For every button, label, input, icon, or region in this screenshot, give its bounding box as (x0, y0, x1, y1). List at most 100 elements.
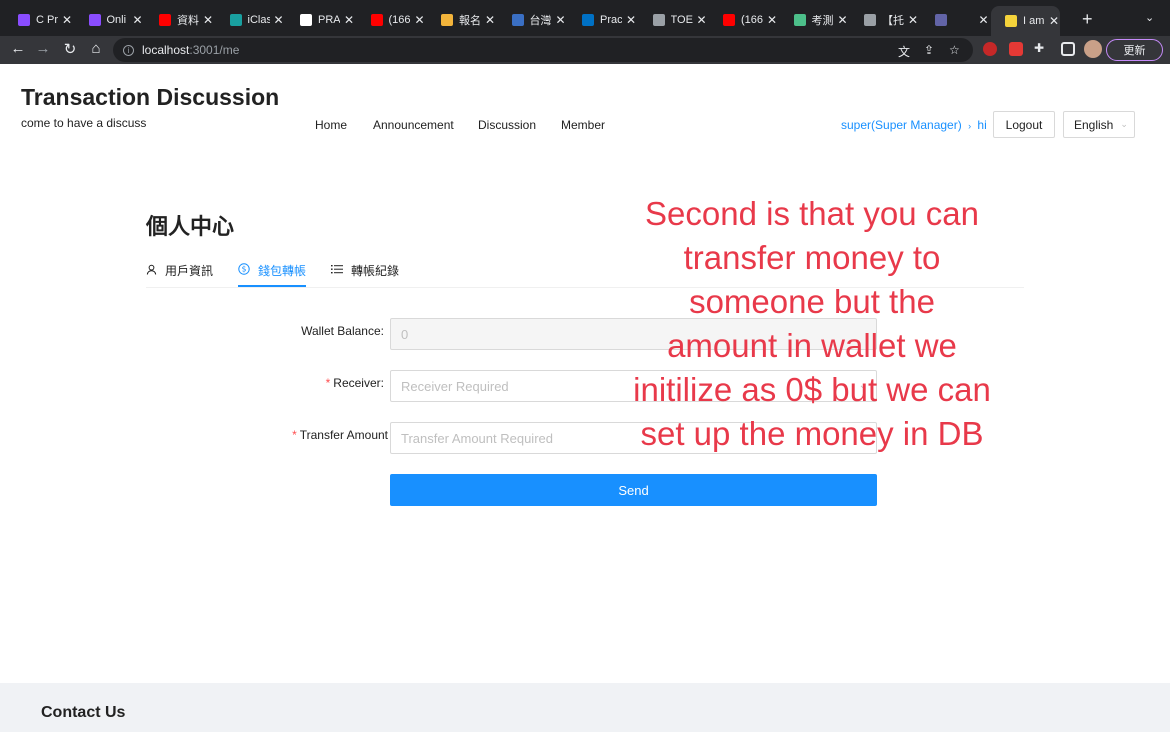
close-tab-icon[interactable]: ✕ (626, 13, 636, 27)
url-path: :3001/me (189, 43, 240, 57)
browser-tab[interactable]: PRA ✕ (286, 6, 355, 34)
browser-tab[interactable]: I am ✕ (991, 6, 1060, 36)
hand-extension-icon[interactable] (1009, 42, 1023, 56)
close-tab-icon[interactable]: ✕ (203, 13, 213, 27)
share-icon[interactable]: ⇪ (924, 43, 934, 57)
browser-tab[interactable]: 資料 ✕ (145, 6, 214, 34)
close-tab-icon[interactable]: ✕ (62, 13, 72, 27)
side-panel-icon[interactable] (1061, 42, 1075, 56)
browser-tab-title: 【托 (882, 15, 904, 27)
browser-tab[interactable]: ✕ (921, 6, 990, 34)
browser-tab-title: 資料 (177, 15, 199, 27)
chevron-down-icon: ⌄ (1120, 119, 1128, 129)
close-tab-icon[interactable]: ✕ (838, 13, 848, 27)
receiver-label: * Receiver: (325, 376, 384, 390)
globe-icon (652, 14, 665, 26)
browser-tab[interactable]: Onli ✕ (75, 6, 144, 34)
teams-icon (934, 14, 947, 26)
bookmark-star-icon[interactable]: ☆ (949, 43, 960, 57)
proton-icon (18, 14, 30, 26)
close-tab-icon[interactable]: ✕ (908, 13, 918, 27)
close-tab-icon[interactable]: ✕ (485, 13, 495, 27)
nav-announcement[interactable]: Announcement (373, 118, 454, 132)
close-tab-icon[interactable]: ✕ (274, 13, 284, 27)
close-tab-icon[interactable]: ✕ (556, 13, 566, 27)
browser-tab[interactable]: 台灣 ✕ (498, 6, 567, 34)
browser-tab[interactable]: (166 ✕ (357, 6, 426, 34)
reload-icon[interactable]: ↻ (60, 40, 80, 58)
browser-tab-strip: C Pr ✕ Onli ✕ 資料 ✕ iClas ✕ PRA ✕ (166 ✕ 報名 ✕ 台灣 ✕ Prac ✕ T… (0, 0, 1170, 36)
wallet-balance-value: 0 (401, 326, 409, 342)
browser-tab[interactable]: Prac ✕ (568, 6, 637, 34)
page-title: 個人中心 (146, 214, 235, 239)
browser-tab-title: Prac (600, 14, 622, 26)
close-tab-icon[interactable]: ✕ (697, 13, 707, 27)
browser-tab[interactable]: (166 ✕ (709, 6, 778, 34)
browser-tab-title: (166 (388, 14, 411, 26)
transfer-amount-placeholder: Transfer Amount Required (401, 430, 553, 446)
ublock-extension-icon[interactable] (983, 42, 997, 56)
youtube-icon (723, 14, 735, 26)
nav-member[interactable]: Member (561, 118, 605, 132)
browser-tab-title: 報名 (459, 15, 481, 27)
home-icon[interactable]: ⌂ (86, 40, 106, 57)
site-subtitle: come to have a discuss (21, 116, 147, 130)
logout-button[interactable]: Logout (993, 111, 1055, 138)
wallet-balance-label: Wallet Balance: (301, 324, 384, 338)
new-tab-icon[interactable]: + (1082, 9, 1093, 30)
site-info-icon[interactable]: i (123, 44, 134, 56)
browser-tab[interactable]: 報名 ✕ (427, 6, 496, 34)
tab-user-info[interactable]: 用戶資訊 (146, 262, 213, 279)
translate-icon[interactable]: 文 (898, 43, 910, 60)
close-tab-icon[interactable]: ✕ (344, 13, 354, 27)
language-select[interactable]: English ⌄ (1063, 111, 1135, 138)
close-tab-icon[interactable]: ✕ (1049, 14, 1059, 28)
browser-tab[interactable]: 考測 ✕ (780, 6, 849, 34)
close-tab-icon[interactable]: ✕ (767, 13, 777, 27)
proton-icon (88, 14, 101, 26)
youtube-icon (370, 14, 383, 26)
close-tab-icon[interactable]: ✕ (979, 13, 989, 27)
github-icon (300, 14, 312, 26)
browser-tab[interactable]: iClas ✕ (216, 6, 285, 34)
update-button[interactable]: 更新 (1106, 39, 1163, 61)
close-tab-icon[interactable]: ✕ (415, 13, 425, 27)
browser-tab-title: TOE (670, 14, 693, 26)
nav-discussion[interactable]: Discussion (478, 118, 536, 132)
tab-user-info-label: 用戶資訊 (165, 264, 214, 278)
browser-tab-title: (166 (741, 14, 763, 26)
nav-home[interactable]: Home (315, 118, 347, 132)
extensions-puzzle-icon[interactable]: ✚ (1034, 41, 1044, 55)
browser-tab-title: Onli (106, 14, 127, 26)
browser-tab[interactable]: TOE ✕ (639, 6, 708, 34)
close-tab-icon[interactable]: ✕ (133, 13, 143, 27)
url-host: localhost (142, 43, 190, 57)
tab-search-icon[interactable]: ⌄ (1145, 11, 1154, 24)
intel-icon (582, 14, 594, 26)
back-icon[interactable]: ← (8, 40, 28, 57)
footer-title: Contact Us (41, 704, 126, 721)
browser-tab-title: iClas (247, 14, 270, 26)
tab-wallet-transfer[interactable]: $ 錢包轉帳 (238, 262, 306, 279)
send-button[interactable]: Send (390, 474, 877, 506)
profile-avatar[interactable] (1084, 40, 1102, 58)
browser-tab-title: PRA (318, 14, 340, 26)
iclass-icon (229, 14, 242, 26)
user-greeting: hi (977, 118, 987, 132)
list-icon (331, 264, 343, 277)
footer: Contact Us (0, 683, 1170, 732)
tab-transfer-history[interactable]: 轉帳紀錄 (331, 262, 399, 279)
browser-tab-title: 台灣 (529, 15, 552, 27)
browser-tab[interactable]: 【托 ✕ (850, 6, 919, 34)
address-bar[interactable]: i localhost:3001/me 文 ⇪ ☆ (113, 38, 973, 62)
browser-tab-title: I am (1023, 15, 1045, 27)
browser-tab[interactable]: C Pr ✕ (4, 6, 73, 34)
chevron-right-icon: › (968, 121, 972, 131)
svg-text:$: $ (242, 265, 247, 274)
user-icon (146, 264, 157, 278)
forward-icon[interactable]: → (33, 40, 53, 57)
leaf-icon (793, 14, 806, 26)
browser-tab-title: 考測 (811, 15, 834, 27)
user-menu[interactable]: super(Super Manager) › hi (841, 118, 987, 132)
annotation-overlay-text: Second is that you can transfer money to… (633, 195, 991, 452)
